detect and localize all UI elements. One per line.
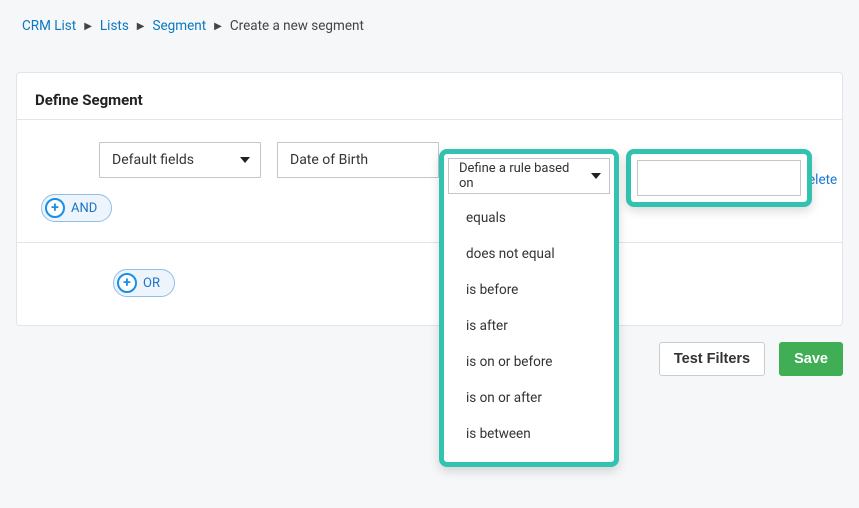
operator-options: equals does not equal is before is after…	[448, 194, 610, 458]
add-or-button[interactable]: + OR	[113, 269, 175, 297]
breadcrumb-link-segment[interactable]: Segment	[153, 18, 207, 34]
operator-select[interactable]: Define a rule based on	[448, 158, 610, 194]
delete-rule-link[interactable]: elete	[808, 172, 837, 188]
operator-dropdown-highlight: Define a rule based on equals does not e…	[439, 149, 619, 467]
operator-option-does-not-equal[interactable]: does not equal	[448, 236, 610, 272]
operator-placeholder: Define a rule based on	[459, 161, 585, 191]
operator-option-is-between[interactable]: is between	[448, 416, 610, 452]
breadcrumb-link-crmlist[interactable]: CRM List	[22, 18, 76, 34]
field-select[interactable]: Date of Birth	[277, 142, 439, 178]
caret-down-icon	[591, 173, 601, 179]
rule-value-input[interactable]	[637, 160, 801, 196]
card-title: Define Segment	[17, 73, 842, 119]
operator-option-equals[interactable]: equals	[448, 200, 610, 236]
plus-icon: +	[117, 273, 137, 293]
field-group-select[interactable]: Default fields	[99, 142, 261, 178]
field-group-value: Default fields	[112, 152, 194, 168]
caret-down-icon	[240, 157, 250, 163]
breadcrumb: CRM List ▶ Lists ▶ Segment ▶ Create a ne…	[0, 0, 859, 34]
operator-option-is-after[interactable]: is after	[448, 308, 610, 344]
chevron-right-icon: ▶	[214, 21, 222, 32]
plus-icon: +	[45, 198, 65, 218]
field-value: Date of Birth	[290, 152, 368, 168]
breadcrumb-link-lists[interactable]: Lists	[100, 18, 129, 34]
operator-option-is-before[interactable]: is before	[448, 272, 610, 308]
and-label: AND	[71, 201, 97, 216]
chevron-right-icon: ▶	[137, 21, 145, 32]
or-connector-row: + OR	[17, 243, 842, 325]
breadcrumb-current: Create a new segment	[230, 18, 364, 34]
action-bar: Test Filters Save	[0, 326, 859, 376]
or-label: OR	[143, 276, 160, 291]
value-input-highlight	[626, 149, 812, 207]
operator-option-is-on-or-after[interactable]: is on or after	[448, 380, 610, 416]
chevron-right-icon: ▶	[84, 21, 92, 32]
save-button[interactable]: Save	[779, 342, 843, 376]
operator-option-is-on-or-before[interactable]: is on or before	[448, 344, 610, 380]
test-filters-button[interactable]: Test Filters	[659, 342, 765, 376]
add-and-button[interactable]: + AND	[41, 194, 112, 222]
